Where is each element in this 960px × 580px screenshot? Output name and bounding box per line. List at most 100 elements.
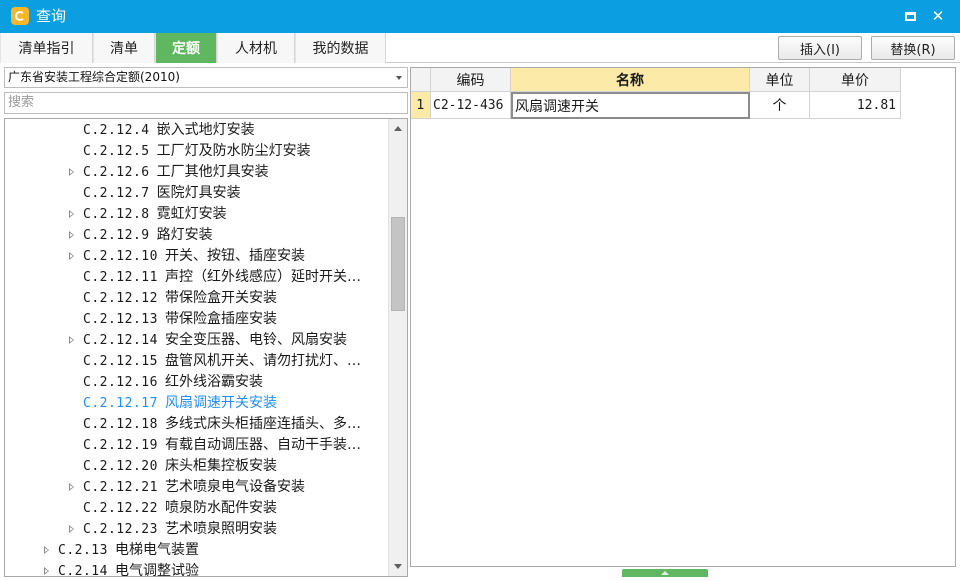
expand-arrow-icon[interactable] [69, 483, 74, 491]
close-icon[interactable]: ✕ [928, 6, 948, 26]
tree-item-name: 工厂其他灯具安装 [156, 164, 269, 180]
tree-item[interactable]: C.2.12.4 嵌入式地灯安装 [5, 120, 385, 141]
tree-item[interactable]: C.2.12.23 艺术喷泉照明安装 [5, 519, 385, 540]
expand-arrow-icon[interactable] [69, 525, 74, 533]
tree-item[interactable]: C.2.12.11 声控（红外线感应）延时开关… [5, 267, 385, 288]
tree-item-name: 嵌入式地灯安装 [156, 122, 255, 138]
scroll-up-icon[interactable] [394, 126, 402, 131]
tab-bill[interactable]: 清单 [93, 33, 155, 63]
tree-item-code: C.2.12.21 [83, 480, 158, 495]
quota-library-select[interactable]: 广东省安装工程综合定额(2010) [4, 67, 408, 88]
tree-item-name: 艺术喷泉照明安装 [164, 521, 277, 537]
tree-item-name: 霓虹灯安装 [156, 206, 227, 222]
tree-item-name: 工厂灯及防水防尘灯安装 [156, 143, 311, 159]
scroll-down-icon[interactable] [394, 564, 402, 569]
search-input[interactable]: 搜索 [4, 92, 408, 114]
tree-item[interactable]: C.2.13 电梯电气装置 [5, 540, 385, 561]
tree-item-code: C.2.12.11 [83, 270, 158, 285]
tree-item-code: C.2.12.10 [83, 249, 158, 264]
insert-button[interactable]: 插入(I) [778, 36, 862, 60]
tree-scrollbar[interactable] [388, 119, 407, 576]
tree-item-name: 带保险盒开关安装 [164, 290, 277, 306]
tree-item[interactable]: C.2.12.17 风扇调速开关安装 [5, 393, 385, 414]
tree-item-code: C.2.12.16 [83, 375, 158, 390]
tree-item[interactable]: C.2.12.20 床头柜集控板安装 [5, 456, 385, 477]
tree-item-code: C.2.12.23 [83, 522, 158, 537]
tree-item-name: 带保险盒插座安装 [164, 311, 277, 327]
panel-toggle-handle[interactable] [622, 569, 708, 577]
tree-item[interactable]: C.2.12.6 工厂其他灯具安装 [5, 162, 385, 183]
scroll-thumb[interactable] [391, 217, 405, 311]
tree-item-code: C.2.12.8 [83, 207, 150, 222]
app-icon [11, 7, 29, 25]
tree-item[interactable]: C.2.12.22 喷泉防水配件安装 [5, 498, 385, 519]
cell-price[interactable]: 12.81 [810, 92, 901, 119]
quota-library-value: 广东省安装工程综合定额(2010) [8, 70, 180, 84]
tree-item-code: C.2.12.13 [83, 312, 158, 327]
column-header-unit[interactable]: 单位 [750, 68, 810, 92]
tree-item-name: 安全变压器、电铃、风扇安装 [164, 332, 347, 348]
tree-item-name: 电梯电气装置 [114, 542, 199, 558]
tree-item-name: 声控（红外线感应）延时开关… [164, 269, 361, 285]
tab-bill-guide[interactable]: 清单指引 [0, 33, 93, 63]
row-index[interactable]: 1 [411, 92, 431, 119]
tree-item[interactable]: C.2.12.12 带保险盒开关安装 [5, 288, 385, 309]
tree-item-code: C.2.12.7 [83, 186, 150, 201]
tree-item-code: C.2.12.19 [83, 438, 158, 453]
tree-item-name: 红外线浴霸安装 [164, 374, 263, 390]
tree-item[interactable]: C.2.12.21 艺术喷泉电气设备安装 [5, 477, 385, 498]
left-panel: 广东省安装工程综合定额(2010) 搜索 C.2.14 电气调整试验 C.2.13 电… [4, 67, 408, 577]
tab-my-data[interactable]: 我的数据 [295, 33, 386, 63]
expand-arrow-icon[interactable] [44, 546, 49, 554]
tree-item[interactable]: C.2.12.16 红外线浴霸安装 [5, 372, 385, 393]
tree-item-code: C.2.12.15 [83, 354, 158, 369]
column-header-price[interactable]: 单价 [810, 68, 901, 92]
expand-arrow-icon[interactable] [69, 231, 74, 239]
replace-button[interactable]: 替换(R) [871, 36, 955, 60]
tree-item-name: 盘管风机开关、请勿打扰灯、… [164, 353, 361, 369]
tree-item[interactable]: C.2.14 电气调整试验 [5, 561, 385, 577]
tree-item[interactable]: C.2.12.18 多线式床头柜插座连插头、多… [5, 414, 385, 435]
tree-item[interactable]: C.2.12.5 工厂灯及防水防尘灯安装 [5, 141, 385, 162]
tree-item[interactable]: C.2.12.19 有载自动调压器、自动干手装… [5, 435, 385, 456]
result-grid: 编码 名称 单位 单价 1 C2-12-436 风扇调速开关 个 12.81 [410, 67, 956, 567]
expand-arrow-icon[interactable] [69, 168, 74, 176]
tree-item-code: C.2.12.18 [83, 417, 158, 432]
tree-item-code: C.2.12.22 [83, 501, 158, 516]
cell-code[interactable]: C2-12-436 [431, 92, 511, 119]
tree-item[interactable]: C.2.12.9 路灯安装 [5, 225, 385, 246]
tree-item-code: C.2.14 [58, 564, 108, 577]
expand-arrow-icon[interactable] [69, 210, 74, 218]
expand-arrow-icon[interactable] [44, 567, 49, 575]
title-bar: 查询 ✕ [0, 0, 960, 33]
cell-unit[interactable]: 个 [750, 92, 810, 119]
tree-item[interactable]: C.2.12.14 安全变压器、电铃、风扇安装 [5, 330, 385, 351]
tree-item[interactable]: C.2.12.7 医院灯具安装 [5, 183, 385, 204]
tree-item-name: 路灯安装 [156, 227, 213, 243]
tree-item-code: C.2.12.12 [83, 291, 158, 306]
tree-item-code: C.2.12.20 [83, 459, 158, 474]
tree-item-name: 床头柜集控板安装 [164, 458, 277, 474]
tree-item[interactable]: C.2.12.13 带保险盒插座安装 [5, 309, 385, 330]
tree-item-name: 风扇调速开关安装 [164, 395, 277, 411]
tree-item[interactable]: C.2.12.8 霓虹灯安装 [5, 204, 385, 225]
chevron-down-icon [396, 76, 402, 80]
expand-arrow-icon[interactable] [69, 336, 74, 344]
tree-item-name: 开关、按钮、插座安装 [164, 248, 305, 264]
tree-item[interactable]: C.2.12.10 开关、按钮、插座安装 [5, 246, 385, 267]
cell-name[interactable]: 风扇调速开关 [511, 92, 750, 119]
tree-item-name: 多线式床头柜插座连插头、多… [164, 416, 361, 432]
maximize-icon[interactable] [900, 6, 920, 26]
tree-item-code: C.2.12.9 [83, 228, 150, 243]
tab-labor-material-machine[interactable]: 人材机 [217, 33, 295, 63]
tree-item-name: 电气调整试验 [114, 563, 199, 577]
grid-corner [411, 68, 431, 92]
expand-arrow-icon[interactable] [69, 252, 74, 260]
tree-item[interactable]: C.2.12.15 盘管风机开关、请勿打扰灯、… [5, 351, 385, 372]
tab-quota[interactable]: 定额 [155, 33, 217, 63]
quota-tree: C.2.14 电气调整试验 C.2.13 电梯电气装置 C.2.12.23 艺术喷泉照明安… [4, 118, 408, 577]
column-header-name[interactable]: 名称 [511, 68, 750, 92]
column-header-code[interactable]: 编码 [431, 68, 511, 92]
tab-bar: 清单指引 清单 定额 人材机 我的数据 插入(I) 替换(R) [0, 33, 960, 63]
tree-item-name: 有载自动调压器、自动干手装… [164, 437, 361, 453]
